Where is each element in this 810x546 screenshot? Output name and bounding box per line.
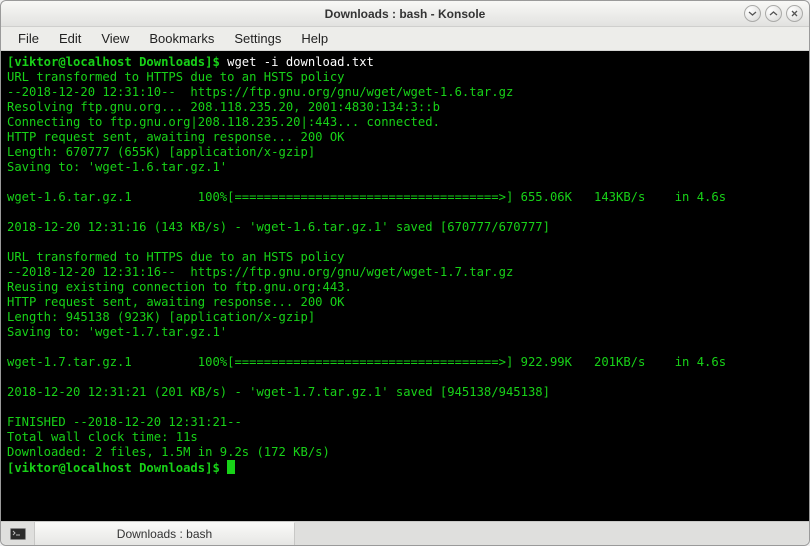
output-line: URL transformed to HTTPS due to an HSTS …	[7, 250, 345, 264]
tab-label: Downloads : bash	[117, 527, 212, 541]
output-line: Reusing existing connection to ftp.gnu.o…	[7, 280, 352, 294]
output-line: Total wall clock time: 11s	[7, 430, 198, 444]
chevron-down-icon	[748, 9, 757, 18]
output-line: Downloaded: 2 files, 1.5M in 9.2s (172 K…	[7, 445, 330, 459]
output-line: FINISHED --2018-12-20 12:31:21--	[7, 415, 242, 429]
maximize-button[interactable]	[765, 5, 782, 22]
output-line: Length: 945138 (923K) [application/x-gzi…	[7, 310, 315, 324]
tab-downloads-bash[interactable]: Downloads : bash	[35, 522, 295, 545]
output-line: Saving to: 'wget-1.7.tar.gz.1'	[7, 325, 227, 339]
menu-settings[interactable]: Settings	[225, 28, 290, 49]
cursor	[227, 460, 235, 474]
output-line: wget-1.7.tar.gz.1 100%[=================…	[7, 355, 726, 369]
output-line: --2018-12-20 12:31:10-- https://ftp.gnu.…	[7, 85, 513, 99]
tabstrip: Downloads : bash	[1, 521, 809, 545]
terminal-output[interactable]: [viktor@localhost Downloads]$ wget -i do…	[1, 51, 809, 521]
prompt-2: [viktor@localhost Downloads]$	[7, 461, 227, 475]
app-window: Downloads : bash - Konsole File Edit Vie…	[0, 0, 810, 546]
close-icon	[790, 9, 799, 18]
output-line: --2018-12-20 12:31:16-- https://ftp.gnu.…	[7, 265, 513, 279]
output-line: Connecting to ftp.gnu.org|208.118.235.20…	[7, 115, 440, 129]
output-line: Saving to: 'wget-1.6.tar.gz.1'	[7, 160, 227, 174]
prompt-1: [viktor@localhost Downloads]$	[7, 55, 227, 69]
output-line: wget-1.6.tar.gz.1 100%[=================…	[7, 190, 726, 204]
chevron-up-icon	[769, 9, 778, 18]
window-title: Downloads : bash - Konsole	[325, 7, 486, 21]
terminal-icon	[10, 528, 26, 540]
output-line: Resolving ftp.gnu.org... 208.118.235.20,…	[7, 100, 440, 114]
window-controls	[744, 5, 803, 22]
output-line: 2018-12-20 12:31:21 (201 KB/s) - 'wget-1…	[7, 385, 550, 399]
menu-help[interactable]: Help	[292, 28, 337, 49]
menu-view[interactable]: View	[92, 28, 138, 49]
menu-file[interactable]: File	[9, 28, 48, 49]
output-line: URL transformed to HTTPS due to an HSTS …	[7, 70, 345, 84]
output-line: HTTP request sent, awaiting response... …	[7, 130, 345, 144]
output-line: 2018-12-20 12:31:16 (143 KB/s) - 'wget-1…	[7, 220, 550, 234]
new-tab-button[interactable]	[1, 522, 35, 545]
command-1: wget -i download.txt	[227, 55, 374, 69]
output-line: HTTP request sent, awaiting response... …	[7, 295, 345, 309]
close-button[interactable]	[786, 5, 803, 22]
menubar: File Edit View Bookmarks Settings Help	[1, 27, 809, 51]
minimize-button[interactable]	[744, 5, 761, 22]
output-line: Length: 670777 (655K) [application/x-gzi…	[7, 145, 315, 159]
menu-edit[interactable]: Edit	[50, 28, 90, 49]
titlebar[interactable]: Downloads : bash - Konsole	[1, 1, 809, 27]
menu-bookmarks[interactable]: Bookmarks	[140, 28, 223, 49]
